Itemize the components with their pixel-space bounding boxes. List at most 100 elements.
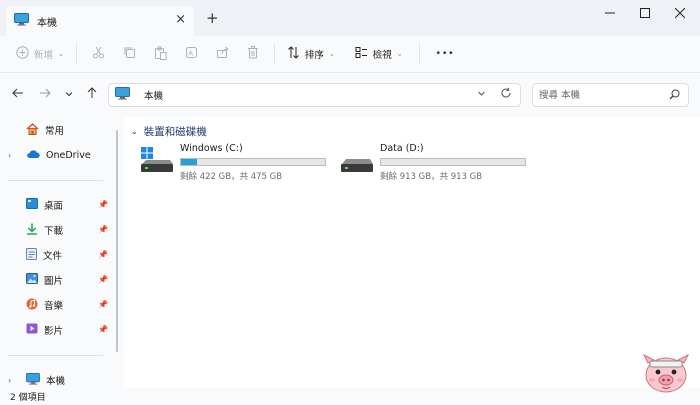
pin-icon[interactable]: 📌 — [98, 200, 108, 209]
computer-icon — [14, 13, 29, 29]
sidebar-item-onedrive[interactable]: › OneDrive — [8, 145, 91, 165]
sort-button[interactable]: 排序 ⌄ — [281, 41, 341, 67]
sidebar-item-label: 常用 — [45, 126, 65, 137]
search-icon[interactable] — [669, 89, 680, 103]
drive-usage-bar — [380, 158, 526, 166]
drive-icon — [340, 147, 374, 176]
pin-icon[interactable]: 📌 — [98, 325, 108, 334]
sidebar-divider — [8, 180, 103, 181]
download-icon — [26, 223, 38, 238]
maximize-icon[interactable] — [625, 0, 665, 26]
video-icon — [26, 323, 38, 337]
drive-usage-bar — [180, 158, 326, 166]
minimize-icon[interactable] — [590, 0, 630, 26]
drive-item-d[interactable]: Data (D:) 剩餘 913 GB，共 913 GB — [340, 143, 540, 183]
pin-icon[interactable]: 📌 — [98, 250, 108, 259]
search-input[interactable] — [539, 87, 659, 103]
pig-mascot-watermark — [640, 353, 692, 397]
sidebar-item-this-pc[interactable]: › 本機 — [8, 370, 66, 390]
copy-button[interactable] — [114, 41, 145, 67]
forward-arrow-icon[interactable] — [37, 87, 53, 103]
close-icon[interactable] — [660, 0, 700, 26]
sidebar-item-label: OneDrive — [46, 149, 91, 161]
sidebar-item-pictures[interactable]: 圖片 — [26, 270, 63, 290]
refresh-icon[interactable] — [500, 87, 512, 102]
address-bar[interactable]: 本機 — [108, 83, 521, 107]
file-explorer-window: 本機 × + 新增 ⌄ A 排序 ⌄ 檢視 ⌄ ••• 本機 搜尋 本機 常用 … — [0, 0, 700, 405]
sidebar-item-label: 下載 — [44, 226, 64, 237]
copy-icon — [123, 46, 136, 62]
share-icon — [216, 46, 229, 62]
sidebar-item-documents[interactable]: 文件 — [26, 245, 62, 265]
rename-icon: A — [185, 46, 198, 62]
computer-icon — [26, 372, 40, 388]
windows-drive-icon — [140, 147, 174, 176]
new-button[interactable]: 新增 ⌄ — [10, 41, 70, 67]
drive-free-space: 剩餘 422 GB，共 475 GB — [180, 172, 283, 182]
tab-title: 本機 — [37, 17, 57, 29]
pictures-icon — [26, 273, 38, 287]
cloud-icon — [26, 149, 40, 162]
sidebar-item-downloads[interactable]: 下載 — [26, 220, 63, 240]
cut-button[interactable] — [83, 41, 114, 67]
chevron-down-icon[interactable]: ⌄ — [131, 127, 138, 136]
share-button[interactable] — [207, 41, 238, 67]
view-button-label: 檢視 — [372, 50, 392, 61]
address-path: 本機 — [144, 91, 164, 102]
toolbar-divider — [75, 43, 77, 65]
more-options-button[interactable]: ••• — [430, 41, 461, 67]
tab-this-pc[interactable]: 本機 × — [6, 6, 194, 36]
plus-circle-icon — [16, 46, 29, 62]
navigation-pane: 常用 › OneDrive 桌面 📌 下載 📌 文件 📌 圖片 📌 音樂 📌 影… — [0, 117, 124, 388]
recent-locations-chevron-icon[interactable] — [61, 87, 77, 103]
document-icon — [26, 247, 37, 263]
drive-free-space: 剩餘 913 GB，共 913 GB — [380, 172, 483, 182]
sort-button-label: 排序 — [304, 50, 324, 61]
pin-icon[interactable]: 📌 — [98, 225, 108, 234]
chevron-right-icon[interactable]: › — [8, 376, 11, 385]
sidebar-divider — [8, 355, 103, 356]
navigation-row: 本機 — [0, 73, 700, 117]
paste-button[interactable] — [145, 41, 176, 67]
home-icon — [26, 122, 39, 138]
sidebar-scrollbar[interactable] — [116, 130, 118, 352]
new-tab-icon[interactable]: + — [206, 10, 219, 26]
up-arrow-icon[interactable] — [84, 87, 100, 103]
search-box[interactable] — [532, 83, 689, 107]
sidebar-item-label: 本機 — [46, 376, 66, 387]
view-button[interactable]: 檢視 ⌄ — [349, 41, 409, 67]
sidebar-item-videos[interactable]: 影片 — [26, 320, 63, 340]
group-title: 裝置和磁碟機 — [143, 126, 207, 138]
new-button-label: 新增 — [34, 50, 54, 61]
chevron-right-icon[interactable]: › — [8, 151, 11, 160]
pin-icon[interactable]: 📌 — [98, 300, 108, 309]
sidebar-item-label: 音樂 — [44, 301, 64, 312]
view-icon — [355, 46, 368, 62]
chevron-down-icon: ⌄ — [396, 50, 403, 58]
group-header-devices[interactable]: ⌄ 裝置和磁碟機 — [131, 124, 207, 139]
drive-name: Windows (C:) — [180, 143, 243, 154]
sidebar-item-desktop[interactable]: 桌面 — [26, 195, 63, 215]
command-bar: 新增 ⌄ A 排序 ⌄ 檢視 ⌄ ••• — [0, 36, 700, 73]
back-arrow-icon[interactable] — [10, 87, 26, 103]
toolbar-divider — [273, 43, 275, 65]
chevron-down-icon: ⌄ — [58, 50, 64, 58]
sidebar-item-home[interactable]: 常用 — [26, 120, 64, 140]
item-count: 2 個項目 — [10, 393, 46, 403]
cut-icon — [92, 46, 105, 62]
chevron-down-icon: ⌄ — [328, 50, 335, 58]
delete-button[interactable] — [238, 41, 268, 67]
drive-item-c[interactable]: Windows (C:) 剩餘 422 GB，共 475 GB — [140, 143, 340, 183]
drive-usage-fill — [181, 159, 198, 165]
drive-name: Data (D:) — [380, 143, 424, 154]
pin-icon[interactable]: 📌 — [98, 275, 108, 284]
music-icon — [26, 298, 38, 313]
address-dropdown-icon[interactable] — [477, 89, 486, 100]
sidebar-item-label: 文件 — [43, 251, 63, 262]
file-list-pane: ⌄ 裝置和磁碟機 Windows (C:) 剩餘 422 GB，共 475 GB — [124, 117, 700, 388]
tab-close-icon[interactable]: × — [175, 13, 186, 27]
sidebar-item-music[interactable]: 音樂 — [26, 295, 63, 315]
rename-button[interactable]: A — [176, 41, 207, 67]
desktop-icon — [26, 198, 38, 212]
status-bar: 2 個項目 — [0, 388, 700, 405]
